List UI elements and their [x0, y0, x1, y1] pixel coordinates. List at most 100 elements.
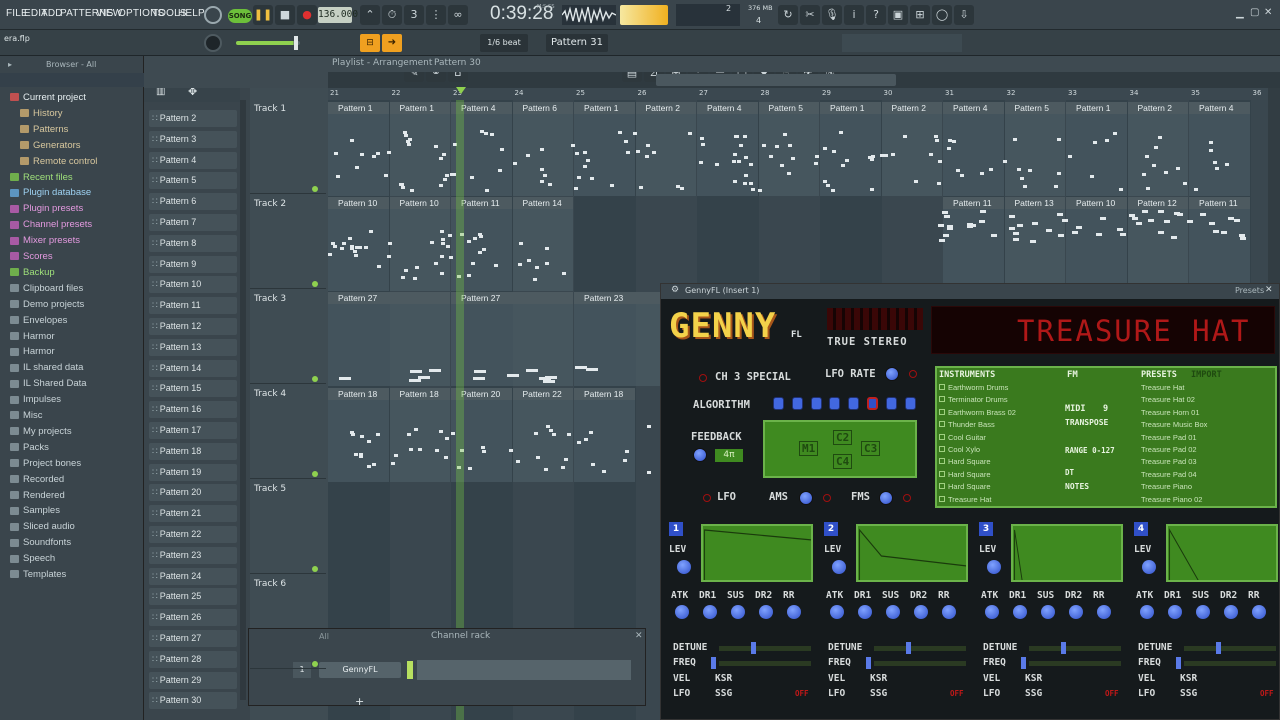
browser-item[interactable]: Misc — [10, 410, 43, 426]
playlist-clip-label[interactable]: Pattern 4 — [943, 102, 1004, 114]
pattern-item[interactable]: Pattern 26 — [149, 609, 237, 627]
atk-knob[interactable] — [675, 605, 689, 619]
playlist-clip-label[interactable]: Pattern 4 — [697, 102, 758, 114]
pattern-item[interactable]: Pattern 5 — [149, 172, 237, 190]
algorithm-button[interactable] — [829, 397, 841, 410]
pattern-item[interactable]: Pattern 18 — [149, 442, 237, 460]
playlist-clip[interactable] — [1004, 114, 1065, 196]
pattern-selector[interactable]: Pattern 31 — [546, 34, 608, 52]
instrument-item[interactable]: Hard Square — [939, 470, 1049, 481]
level-knob[interactable] — [987, 560, 1001, 574]
pattern-item[interactable]: Pattern 9 — [149, 255, 237, 273]
midi-channel-value[interactable]: 9 — [1103, 404, 1108, 414]
detune-handle[interactable] — [906, 642, 911, 654]
track-header[interactable]: Track 5 — [250, 480, 326, 574]
sus-knob[interactable] — [886, 605, 900, 619]
snap-main-icon[interactable]: ⊟ — [360, 34, 380, 52]
rr-knob[interactable] — [1252, 605, 1266, 619]
menu-help[interactable]: HELP — [178, 8, 205, 19]
playlist-clip-label[interactable]: Pattern 1 — [389, 102, 450, 114]
lfo-rate-knob[interactable] — [885, 367, 899, 381]
playlist-clip[interactable] — [758, 114, 819, 196]
lfo-led[interactable] — [703, 494, 711, 502]
pattern-item[interactable]: Pattern 25 — [149, 588, 237, 606]
countdown-icon[interactable]: 3 — [404, 5, 424, 25]
detune-slider[interactable] — [1029, 646, 1121, 651]
ssg-off-label[interactable]: OFF — [1260, 689, 1274, 698]
browser-item[interactable]: Samples — [10, 505, 60, 521]
browser-item[interactable]: Impulses — [10, 394, 61, 410]
dr2-knob[interactable] — [759, 605, 773, 619]
close-icon[interactable]: ✕ — [1264, 7, 1272, 18]
pattern-song-toggle-icon[interactable] — [204, 6, 222, 24]
playlist-clip-label[interactable]: Pattern 18 — [574, 388, 635, 400]
detune-slider[interactable] — [719, 646, 811, 651]
browser-item[interactable]: My projects — [10, 426, 72, 442]
instrument-item[interactable]: Earthworm Drums — [939, 383, 1049, 394]
instrument-item[interactable]: Treasure Hat — [939, 495, 1049, 506]
blend-notes-icon[interactable]: ∞ — [448, 5, 468, 25]
browser-item[interactable]: Backup — [10, 267, 55, 283]
detune-slider[interactable] — [1184, 646, 1276, 651]
browser-item[interactable]: Generators — [20, 140, 81, 156]
sus-knob[interactable] — [1041, 605, 1055, 619]
pattern-item[interactable]: Pattern 11 — [149, 297, 237, 315]
pattern-item[interactable]: Pattern 19 — [149, 463, 237, 481]
playlist-clip-label[interactable]: Pattern 6 — [512, 102, 573, 114]
playlist-clip[interactable] — [1189, 114, 1250, 196]
pattern-item[interactable]: Pattern 4 — [149, 151, 237, 169]
ssg-off-label[interactable]: OFF — [795, 689, 809, 698]
dr1-knob[interactable] — [858, 605, 872, 619]
refresh-icon[interactable]: ↻ — [778, 5, 798, 25]
browser-item[interactable]: Demo projects — [10, 299, 84, 315]
browser-item[interactable]: Clipboard files — [10, 283, 83, 299]
browser-item[interactable]: Remote control — [20, 156, 97, 172]
playhead-marker[interactable] — [456, 87, 466, 94]
playlist-clip-label[interactable]: Pattern 14 — [512, 197, 573, 209]
preset-item[interactable]: Treasure Hat 02 — [1141, 395, 1261, 406]
pattern-item[interactable]: Pattern 15 — [149, 380, 237, 398]
playlist-clip-label[interactable]: Pattern 13 — [1004, 197, 1065, 209]
detune-handle[interactable] — [751, 642, 756, 654]
playlist-clip-label[interactable]: Pattern 5 — [758, 102, 819, 114]
main-pitch-knob[interactable] — [204, 34, 222, 52]
track-mute-led[interactable] — [312, 471, 318, 477]
freq-slider[interactable] — [874, 661, 966, 666]
channel-button-gennyfl[interactable]: GennyFL — [319, 662, 401, 678]
browser-item[interactable]: History — [20, 108, 63, 124]
algorithm-button[interactable] — [791, 397, 803, 410]
browser-item[interactable]: Patterns — [20, 124, 68, 140]
preset-item[interactable]: Treasure Music Box — [1141, 420, 1261, 431]
playlist-clip-label[interactable]: Pattern 12 — [1127, 197, 1188, 209]
browser-item[interactable]: Speech — [10, 553, 55, 569]
freq-handle[interactable] — [1176, 657, 1181, 669]
cut-icon[interactable]: ✂ — [800, 5, 820, 25]
dr2-knob[interactable] — [1224, 605, 1238, 619]
fms-led[interactable] — [903, 494, 911, 502]
level-knob[interactable] — [1142, 560, 1156, 574]
stop-button[interactable]: ■ — [275, 5, 295, 25]
record-button[interactable]: ● — [297, 5, 317, 25]
browser-item[interactable]: Envelopes — [10, 315, 67, 331]
playlist-clip-label[interactable]: Pattern 11 — [1189, 197, 1250, 209]
master-volume-handle[interactable] — [294, 36, 298, 50]
sus-knob[interactable] — [731, 605, 745, 619]
playlist-clip[interactable] — [574, 114, 635, 196]
playlist-clip-label[interactable]: Pattern 4 — [1189, 102, 1250, 114]
dr2-knob[interactable] — [1069, 605, 1083, 619]
browser-item[interactable]: Recorded — [10, 474, 64, 490]
arrow-tool-icon[interactable]: ➜ — [382, 34, 402, 52]
browser-item[interactable]: Templates — [10, 569, 66, 585]
playlist-clip-label[interactable]: Pattern 27 — [451, 292, 573, 304]
preset-item[interactable]: Treasure Horn 01 — [1141, 408, 1261, 419]
track-mute-led[interactable] — [312, 566, 318, 572]
browser-item[interactable]: Harmor — [10, 331, 55, 347]
info-icon[interactable]: i — [844, 5, 864, 25]
pattern-item[interactable]: Pattern 13 — [149, 338, 237, 356]
level-knob[interactable] — [832, 560, 846, 574]
ssg-off-label[interactable]: OFF — [1105, 689, 1119, 698]
vertical-scrollbar[interactable] — [1268, 88, 1280, 288]
detune-slider[interactable] — [874, 646, 966, 651]
track-header[interactable]: Track 4 — [250, 385, 326, 479]
preset-item[interactable]: Treasure Piano 02 — [1141, 495, 1261, 506]
